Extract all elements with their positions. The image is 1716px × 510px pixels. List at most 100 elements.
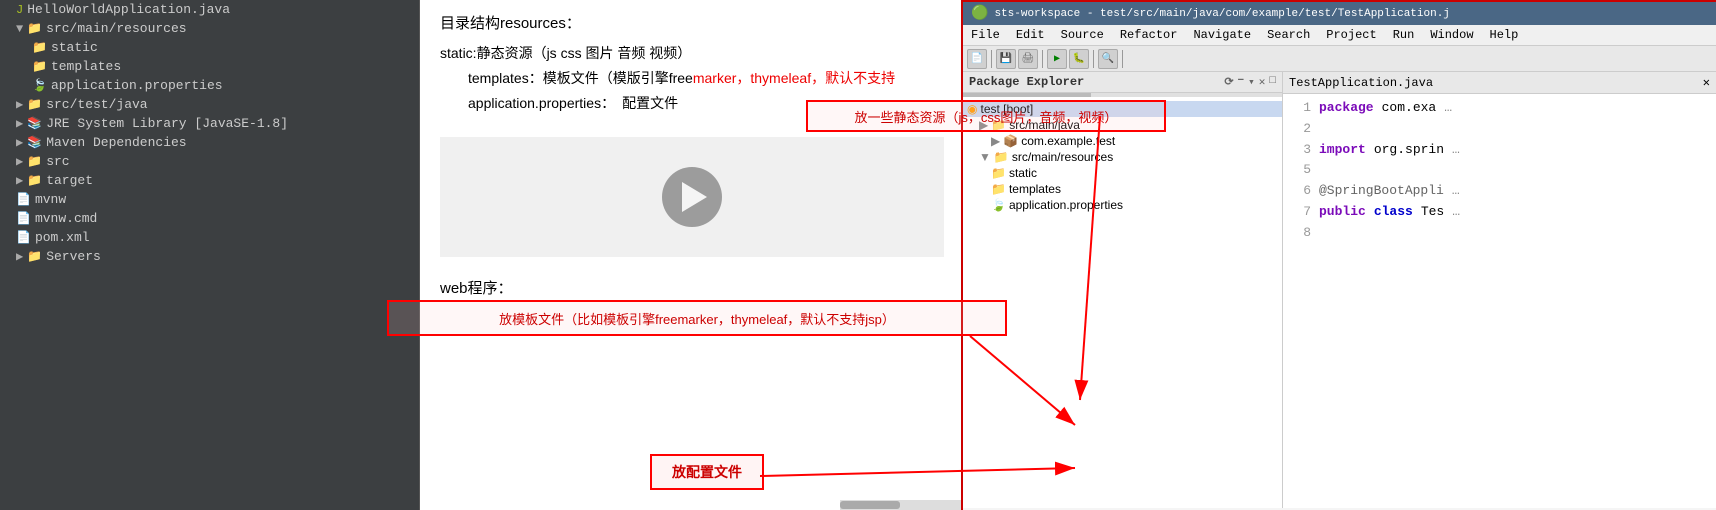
code-panel-close[interactable]: ✕ (1703, 75, 1710, 90)
code-line-6: 6 @SpringBootAppli … (1291, 181, 1708, 202)
tree-item-src[interactable]: ▶ 📁 src (0, 152, 419, 171)
pe-close-icon[interactable]: ✕ (1259, 75, 1266, 89)
menu-help[interactable]: Help (1482, 25, 1527, 45)
tree-item-mvnw[interactable]: 📄 mvnw (0, 190, 419, 209)
toolbar-run[interactable]: ▶ (1047, 49, 1067, 69)
toolbar-new[interactable]: 📄 (967, 49, 987, 69)
toolbar-separator2 (1042, 50, 1043, 68)
play-triangle-icon (682, 182, 707, 212)
menu-file[interactable]: File (963, 25, 1008, 45)
tree-item-helloworldapp[interactable]: J HelloWorldApplication.java (0, 0, 419, 19)
pe-menu-icon[interactable]: ▾ (1248, 75, 1255, 89)
ide-toolbar: 📄 💾 🖨 ▶ 🐛 🔍 (963, 46, 1716, 72)
line2: static:静态资源（js css 图片 音频 视频） (440, 41, 944, 66)
toolbar-separator3 (1093, 50, 1094, 68)
pe-item-appprops-r[interactable]: 🍃 application.properties (963, 197, 1282, 213)
pe-max-icon[interactable]: □ (1269, 75, 1276, 89)
code-line-5: 5 (1291, 160, 1708, 181)
pe-item-static-r[interactable]: 📁 static (963, 165, 1282, 181)
folder-icon: 📁 (991, 182, 1006, 196)
tree-item-servers[interactable]: ▶ 📁 Servers (0, 247, 419, 266)
toolbar-save[interactable]: 💾 (996, 49, 1016, 69)
main-content-area: 目录结构resources： static:静态资源（js css 图片 音频 … (420, 0, 965, 510)
play-button[interactable] (662, 167, 722, 227)
java-file-icon: J (16, 3, 23, 17)
folder-icon: 📁 (27, 97, 42, 112)
code-panel: TestApplication.java ✕ 1 package com.exa… (1283, 72, 1716, 508)
code-line-1: 1 package com.exa … (1291, 98, 1708, 119)
eclipse-icon: 🟢 (971, 5, 988, 22)
library-icon: 📚 (27, 135, 42, 150)
pe-sync-icon[interactable]: ⟳ (1224, 75, 1233, 89)
pe-item-label: static (1009, 166, 1037, 180)
code-line-8: 8 (1291, 223, 1708, 244)
tree-item-mvnw-cmd[interactable]: 📄 mvnw.cmd (0, 209, 419, 228)
tree-item-maven-deps[interactable]: ▶ 📚 Maven Dependencies (0, 133, 419, 152)
menu-edit[interactable]: Edit (1008, 25, 1053, 45)
menu-window[interactable]: Window (1422, 25, 1481, 45)
properties-icon: 🍃 (991, 198, 1006, 212)
xml-file-icon: 📄 (16, 230, 31, 245)
tree-item-templates[interactable]: 📁 templates (0, 57, 419, 76)
menu-run[interactable]: Run (1385, 25, 1423, 45)
toolbar-separator (991, 50, 992, 68)
toolbar-search[interactable]: 🔍 (1098, 49, 1118, 69)
line1: 目录结构resources： (440, 10, 944, 37)
menu-search[interactable]: Search (1259, 25, 1318, 45)
folder-icon: 📁 (32, 59, 47, 74)
folder-icon: 📁 (994, 150, 1009, 164)
folder-icon: 📁 (27, 173, 42, 188)
tree-item-static[interactable]: 📁 static (0, 38, 419, 57)
annotation-static-resources: 放一些静态资源（js，css图片，音频，视频） (806, 100, 1166, 132)
folder-icon: 📁 (27, 154, 42, 169)
code-panel-header: TestApplication.java ✕ (1283, 72, 1716, 94)
properties-file-icon: 🍃 (32, 78, 47, 93)
library-icon: 📚 (27, 116, 42, 131)
project-tree-panel: J HelloWorldApplication.java ▼ 📁 src/mai… (0, 0, 420, 510)
scrollbar-thumb[interactable] (840, 501, 900, 509)
expand-icon: ▶ (16, 173, 23, 188)
tree-item-test-java[interactable]: ▶ 📁 src/test/java (0, 95, 419, 114)
folder-icon: 📁 (27, 21, 42, 36)
menu-source[interactable]: Source (1053, 25, 1112, 45)
code-line-7: 7 public class Tes … (1291, 202, 1708, 223)
expand-icon: ▶ (16, 116, 23, 131)
line3: templates：模板文件（模版引擎freemarker，thymeleaf，… (440, 66, 944, 91)
pe-item-src-main-resources[interactable]: ▼ 📁 src/main/resources (963, 149, 1282, 165)
toolbar-debug[interactable]: 🐛 (1069, 49, 1089, 69)
pe-scrollbar-thumb (963, 93, 1091, 97)
tree-item-application-properties[interactable]: 🍃 application.properties (0, 76, 419, 95)
pe-item-label: application.properties (1009, 198, 1123, 212)
expand-icon: ▶ (16, 249, 23, 264)
menu-navigate[interactable]: Navigate (1185, 25, 1259, 45)
video-player[interactable] (440, 137, 944, 257)
menu-refactor[interactable]: Refactor (1112, 25, 1186, 45)
server-folder-icon: 📁 (27, 249, 42, 264)
code-line-3: 3 import org.sprin … (1291, 140, 1708, 161)
tree-item-jre[interactable]: ▶ 📚 JRE System Library [JavaSE-1.8] (0, 114, 419, 133)
file-icon: 📄 (16, 192, 31, 207)
pe-header-icons: ⟳ − ▾ ✕ □ (1224, 75, 1276, 89)
expand-icon: ▼ (16, 22, 23, 36)
menu-project[interactable]: Project (1318, 25, 1384, 45)
tree-item-pom-xml[interactable]: 📄 pom.xml (0, 228, 419, 247)
code-content[interactable]: 1 package com.exa … 2 3 import org.sprin… (1283, 94, 1716, 248)
pe-item-com-example-test[interactable]: ▶ 📦 com.example.test (963, 133, 1282, 149)
file-icon: 📄 (16, 211, 31, 226)
tree-item-target[interactable]: ▶ 📁 target (0, 171, 419, 190)
pe-item-label: src/main/resources (1012, 150, 1113, 164)
expand-icon: ▶ (16, 135, 23, 150)
pe-collapse-icon[interactable]: − (1238, 75, 1245, 89)
toolbar-print[interactable]: 🖨 (1018, 49, 1038, 69)
annotation-config-file: 放配置文件 (650, 454, 764, 490)
expand-icon: ▼ (979, 150, 991, 164)
annotation-templates: 放模板文件（比如模板引擎freemarker，thymeleaf，默认不支持js… (387, 300, 1007, 336)
toolbar-separator4 (1122, 50, 1123, 68)
ide-menubar: File Edit Source Refactor Navigate Searc… (963, 25, 1716, 46)
ide-panel: 🟢 sts-workspace - test/src/main/java/com… (961, 0, 1716, 510)
ide-titlebar: 🟢 sts-workspace - test/src/main/java/com… (963, 2, 1716, 25)
expand-icon: ▶ (991, 134, 1000, 148)
pe-item-templates-r[interactable]: 📁 templates (963, 181, 1282, 197)
expand-icon: ▶ (16, 97, 23, 112)
tree-item-resources[interactable]: ▼ 📁 src/main/resources (0, 19, 419, 38)
